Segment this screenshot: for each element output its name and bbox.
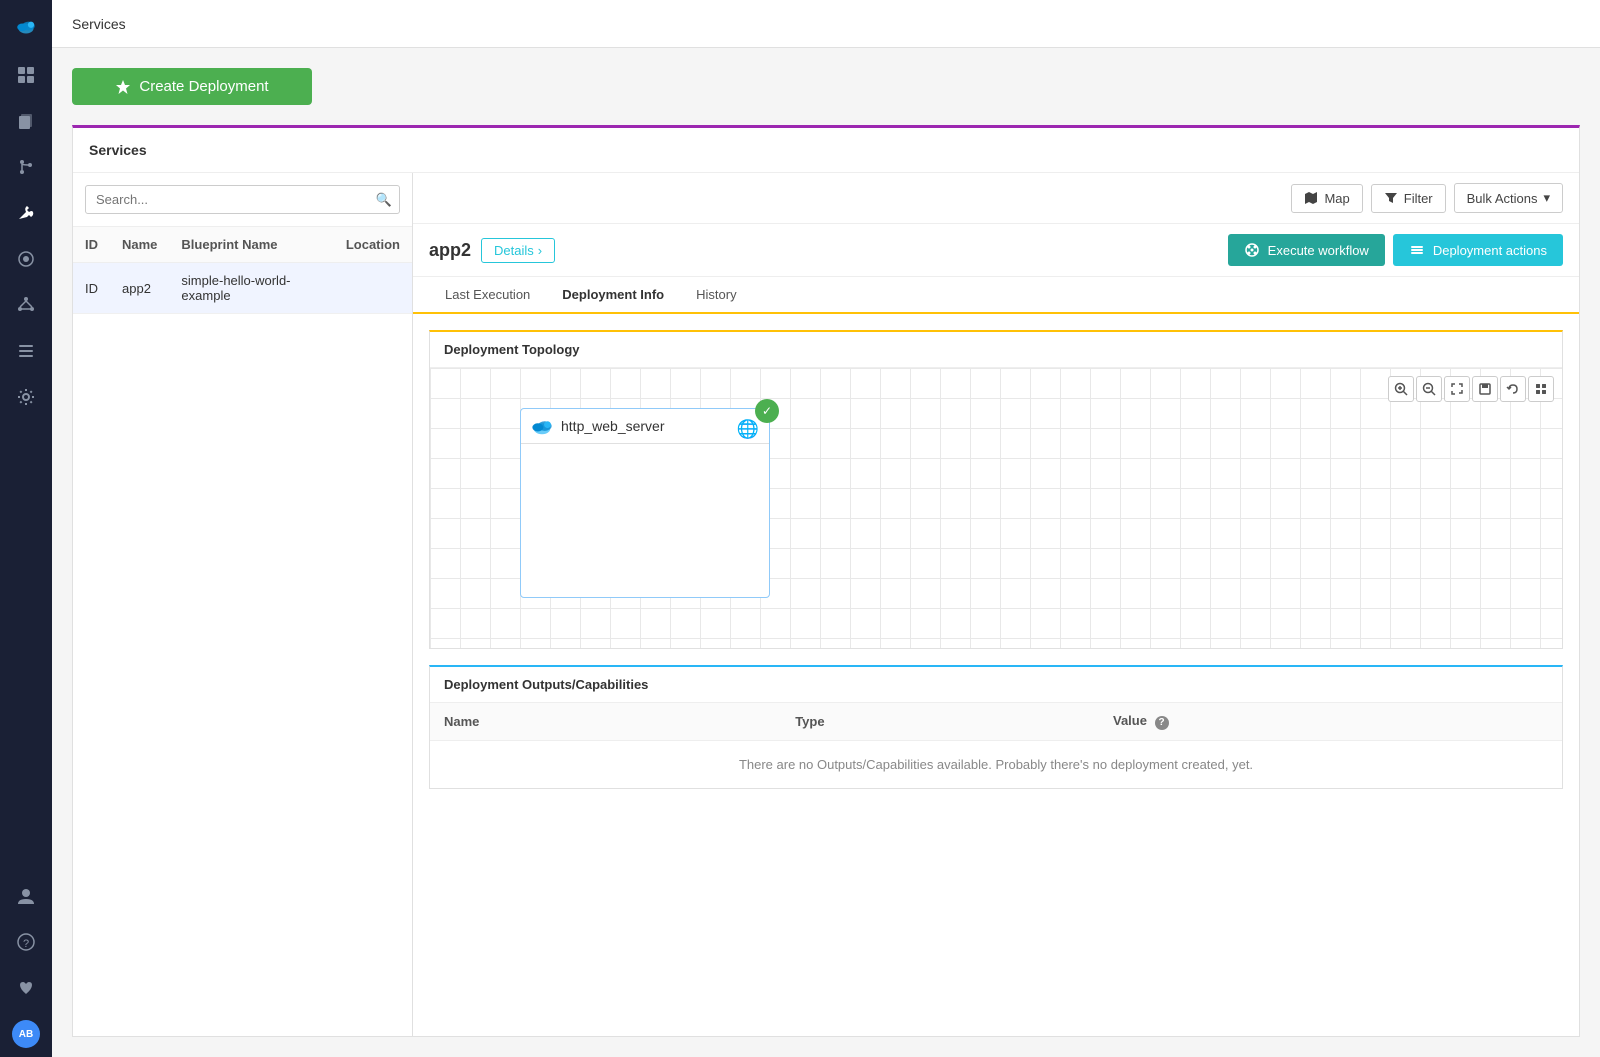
- svg-text:?: ?: [23, 938, 29, 950]
- outputs-table: Name Type Value ?: [430, 703, 1562, 788]
- sidebar-item-gear[interactable]: [0, 374, 52, 420]
- services-toolbar: 🔍: [73, 173, 412, 227]
- detail-panel: Map Filter Bulk Actions ▾: [413, 173, 1579, 1036]
- sidebar-item-dashboard[interactable]: [0, 52, 52, 98]
- deployment-actions-label: Deployment actions: [1433, 243, 1547, 258]
- bulk-actions-chevron-icon: ▾: [1543, 190, 1550, 206]
- details-button[interactable]: Details ›: [481, 238, 555, 263]
- sidebar: ? AB: [0, 0, 52, 1057]
- topbar-title: Services: [72, 16, 126, 32]
- services-panel-title: Services: [73, 128, 1579, 173]
- topology-controls: [1388, 376, 1554, 402]
- search-input[interactable]: [85, 185, 400, 214]
- app-name-area: app2 Details ›: [429, 238, 555, 263]
- topology-title: Deployment Topology: [430, 332, 1562, 368]
- app-name: app2: [429, 240, 471, 261]
- tab-deployment-info[interactable]: Deployment Info: [546, 277, 680, 314]
- create-deployment-label: Create Deployment: [139, 78, 268, 95]
- bulk-actions-button[interactable]: Bulk Actions ▾: [1454, 183, 1563, 213]
- search-input-wrap: 🔍: [85, 185, 400, 214]
- zoom-out-button[interactable]: [1416, 376, 1442, 402]
- services-body: 🔍 ID Name Blueprint Name Location: [73, 173, 1579, 1036]
- main-content: Services Create Deployment Services 🔍: [52, 0, 1600, 1057]
- detail-toolbar: Map Filter Bulk Actions ▾: [413, 173, 1579, 224]
- page-area: Create Deployment Services 🔍: [52, 48, 1600, 1057]
- detail-content: Deployment Topology: [413, 314, 1579, 1036]
- execute-workflow-button[interactable]: Execute workflow: [1228, 234, 1385, 266]
- col-blueprint: Blueprint Name: [169, 227, 333, 263]
- layout-button[interactable]: [1528, 376, 1554, 402]
- save-layout-button[interactable]: [1472, 376, 1498, 402]
- undo-button[interactable]: [1500, 376, 1526, 402]
- sidebar-item-tools[interactable]: [0, 190, 52, 236]
- col-output-name: Name: [430, 703, 781, 740]
- sidebar-item-heart[interactable]: [0, 965, 52, 1011]
- deployment-actions-button[interactable]: Deployment actions: [1393, 234, 1563, 266]
- zoom-in-button[interactable]: [1388, 376, 1414, 402]
- col-output-type: Type: [781, 703, 1099, 740]
- services-table: ID Name Blueprint Name Location ID app2 …: [73, 227, 412, 314]
- outputs-empty-row: There are no Outputs/Capabilities availa…: [430, 740, 1562, 788]
- col-output-value: Value ?: [1099, 703, 1562, 740]
- table-row[interactable]: ID app2 simple-hello-world-example: [73, 263, 412, 314]
- sidebar-item-copies[interactable]: [0, 98, 52, 144]
- details-chevron-icon: ›: [538, 243, 542, 258]
- fit-button[interactable]: [1444, 376, 1470, 402]
- create-deployment-button[interactable]: Create Deployment: [72, 68, 312, 105]
- details-label: Details: [494, 243, 534, 258]
- tab-last-execution[interactable]: Last Execution: [429, 277, 546, 314]
- execute-workflow-label: Execute workflow: [1268, 243, 1369, 258]
- filter-button[interactable]: Filter: [1371, 184, 1446, 213]
- col-location: Location: [334, 227, 412, 263]
- node-title: http_web_server: [561, 418, 665, 434]
- tab-deployment-info-label: Deployment Info: [562, 287, 664, 302]
- globe-icon: 🌐: [737, 419, 759, 440]
- sidebar-bottom: ? AB: [0, 873, 52, 1057]
- tab-history-label: History: [696, 287, 736, 302]
- topology-section: Deployment Topology: [429, 330, 1563, 649]
- bulk-actions-label: Bulk Actions: [1467, 191, 1538, 206]
- avatar[interactable]: AB: [0, 1011, 52, 1057]
- map-label: Map: [1324, 191, 1349, 206]
- action-buttons: Execute workflow Deployment actions: [1228, 234, 1563, 266]
- services-panel: Services 🔍 ID: [72, 125, 1580, 1037]
- tab-last-execution-label: Last Execution: [445, 287, 530, 302]
- logo[interactable]: [0, 0, 52, 52]
- outputs-title: Deployment Outputs/Capabilities: [430, 667, 1562, 703]
- sidebar-item-settings-circle[interactable]: [0, 236, 52, 282]
- outputs-empty-message: There are no Outputs/Capabilities availa…: [739, 757, 1253, 772]
- outputs-section: Deployment Outputs/Capabilities Name Typ…: [429, 665, 1563, 789]
- top-bar: Services: [52, 0, 1600, 48]
- col-id: ID: [73, 227, 110, 263]
- tab-history[interactable]: History: [680, 277, 752, 314]
- cell-id: ID: [73, 263, 110, 314]
- col-output-value-label: Value: [1113, 713, 1147, 728]
- sidebar-item-git[interactable]: [0, 144, 52, 190]
- services-list-panel: 🔍 ID Name Blueprint Name Location: [73, 173, 413, 1036]
- map-button[interactable]: Map: [1291, 184, 1362, 213]
- sidebar-item-user[interactable]: [0, 873, 52, 919]
- search-icon: 🔍: [376, 192, 392, 208]
- node-cloud-icon: [531, 417, 553, 435]
- topology-canvas: ✓ http_web_server: [430, 368, 1562, 648]
- cell-location: [334, 263, 412, 314]
- cell-name: app2: [110, 263, 169, 314]
- sidebar-item-help[interactable]: ?: [0, 919, 52, 965]
- sidebar-item-nodes[interactable]: [0, 282, 52, 328]
- node-card[interactable]: ✓ http_web_server: [520, 408, 770, 598]
- sidebar-item-list[interactable]: [0, 328, 52, 374]
- cell-blueprint: simple-hello-world-example: [169, 263, 333, 314]
- value-help-icon: ?: [1155, 716, 1169, 730]
- detail-tabs: Last Execution Deployment Info History: [413, 277, 1579, 314]
- app-header: app2 Details ›: [413, 224, 1579, 277]
- filter-label: Filter: [1404, 191, 1433, 206]
- avatar-initials: AB: [12, 1020, 40, 1048]
- col-name: Name: [110, 227, 169, 263]
- node-header: http_web_server 🌐: [521, 409, 769, 444]
